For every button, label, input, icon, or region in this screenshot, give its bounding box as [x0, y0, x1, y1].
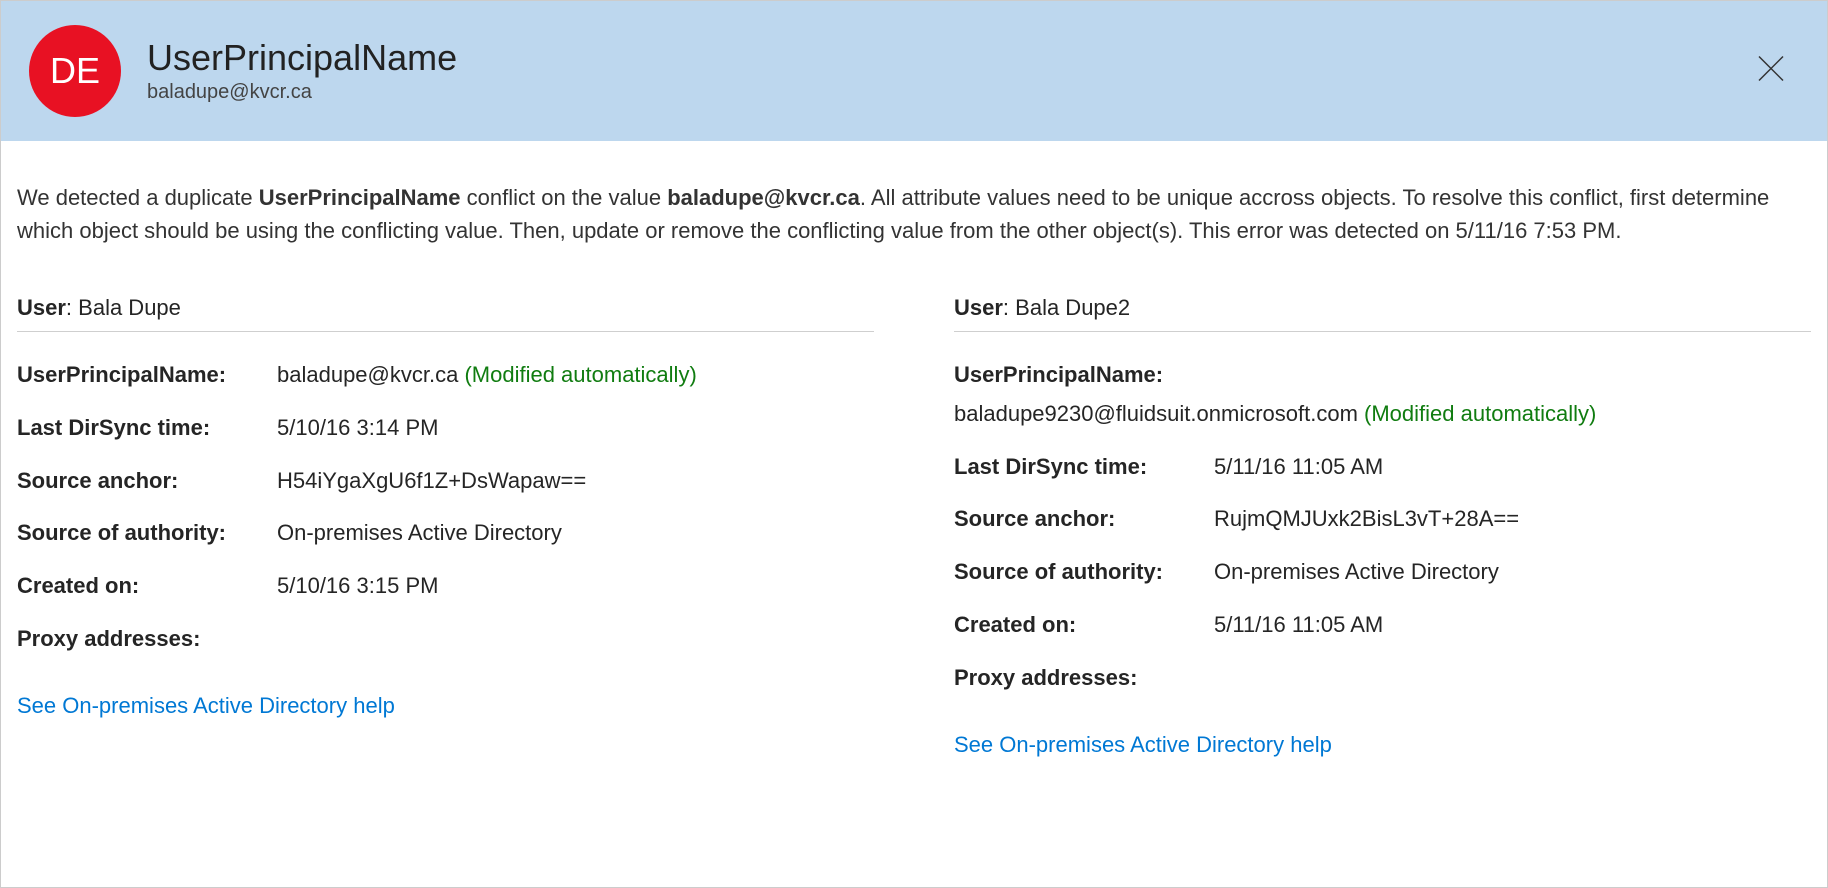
value-proxy-right — [1214, 663, 1811, 694]
label-upn: UserPrincipalName: — [954, 360, 1811, 391]
field-proxy-right: Proxy addresses: — [954, 663, 1811, 694]
label-dirsync: Last DirSync time: — [954, 452, 1214, 483]
value-anchor-left: H54iYgaXgU6f1Z+DsWapaw== — [277, 466, 874, 497]
header-text: UserPrincipalName baladupe@kvcr.ca — [147, 38, 457, 105]
avatar: DE — [29, 25, 121, 117]
upn-text-right: baladupe9230@fluidsuit.onmicrosoft.com — [954, 401, 1358, 426]
dialog-header: DE UserPrincipalName baladupe@kvcr.ca — [1, 1, 1827, 141]
conflict-description: We detected a duplicate UserPrincipalNam… — [17, 181, 1811, 247]
field-authority-right: Source of authority: On-premises Active … — [954, 557, 1811, 588]
field-authority-left: Source of authority: On-premises Active … — [17, 518, 874, 549]
value-dirsync-right: 5/11/16 11:05 AM — [1214, 452, 1811, 483]
user-column-left: User: Bala Dupe UserPrincipalName: balad… — [17, 295, 874, 758]
user-name-left: Bala Dupe — [78, 295, 181, 320]
field-anchor-right: Source anchor: RujmQMJUxk2BisL3vT+28A== — [954, 504, 1811, 535]
user-name-right: Bala Dupe2 — [1015, 295, 1130, 320]
value-authority-right: On-premises Active Directory — [1214, 557, 1811, 588]
help-link-left[interactable]: See On-premises Active Directory help — [17, 693, 395, 719]
value-dirsync-left: 5/10/16 3:14 PM — [277, 413, 874, 444]
value-upn-right: baladupe9230@fluidsuit.onmicrosoft.com (… — [954, 399, 1811, 430]
value-created-left: 5/10/16 3:15 PM — [277, 571, 874, 602]
modified-auto-right: (Modified automatically) — [1364, 401, 1596, 426]
field-dirsync-right: Last DirSync time: 5/11/16 11:05 AM — [954, 452, 1811, 483]
avatar-initials: DE — [50, 50, 100, 92]
user-label: User — [17, 295, 66, 320]
label-created: Created on: — [17, 571, 277, 602]
dialog-body: We detected a duplicate UserPrincipalNam… — [1, 141, 1827, 887]
label-upn: UserPrincipalName: — [17, 360, 277, 391]
modified-auto-left: (Modified automatically) — [464, 362, 696, 387]
label-created: Created on: — [954, 610, 1214, 641]
user-heading-left: User: Bala Dupe — [17, 295, 874, 332]
upn-text-left: baladupe@kvcr.ca — [277, 362, 458, 387]
value-created-right: 5/11/16 11:05 AM — [1214, 610, 1811, 641]
field-created-left: Created on: 5/10/16 3:15 PM — [17, 571, 874, 602]
label-proxy: Proxy addresses: — [17, 624, 277, 655]
desc-prefix: We detected a duplicate — [17, 185, 259, 210]
user-columns: User: Bala Dupe UserPrincipalName: balad… — [17, 295, 1811, 758]
value-authority-left: On-premises Active Directory — [277, 518, 874, 549]
field-dirsync-left: Last DirSync time: 5/10/16 3:14 PM — [17, 413, 874, 444]
close-icon — [1755, 72, 1787, 89]
label-proxy: Proxy addresses: — [954, 663, 1214, 694]
close-button[interactable] — [1755, 53, 1787, 90]
field-anchor-left: Source anchor: H54iYgaXgU6f1Z+DsWapaw== — [17, 466, 874, 497]
desc-attr: UserPrincipalName — [259, 185, 461, 210]
value-anchor-right: RujmQMJUxk2BisL3vT+28A== — [1214, 504, 1811, 535]
desc-value: baladupe@kvcr.ca — [667, 185, 860, 210]
desc-mid: conflict on the value — [461, 185, 668, 210]
label-anchor: Source anchor: — [17, 466, 277, 497]
value-upn-left: baladupe@kvcr.ca (Modified automatically… — [277, 360, 874, 391]
label-dirsync: Last DirSync time: — [17, 413, 277, 444]
dialog-title: UserPrincipalName — [147, 38, 457, 78]
label-authority: Source of authority: — [17, 518, 277, 549]
label-anchor: Source anchor: — [954, 504, 1214, 535]
user-heading-right: User: Bala Dupe2 — [954, 295, 1811, 332]
user-label: User — [954, 295, 1003, 320]
dialog-container: DE UserPrincipalName baladupe@kvcr.ca We… — [0, 0, 1828, 888]
user-column-right: User: Bala Dupe2 UserPrincipalName: bala… — [954, 295, 1811, 758]
dialog-subtitle: baladupe@kvcr.ca — [147, 81, 457, 104]
help-link-right[interactable]: See On-premises Active Directory help — [954, 732, 1332, 758]
field-upn-left: UserPrincipalName: baladupe@kvcr.ca (Mod… — [17, 360, 874, 391]
field-upn-right: UserPrincipalName: baladupe9230@fluidsui… — [954, 360, 1811, 430]
field-created-right: Created on: 5/11/16 11:05 AM — [954, 610, 1811, 641]
field-proxy-left: Proxy addresses: — [17, 624, 874, 655]
value-proxy-left — [277, 624, 874, 655]
label-authority: Source of authority: — [954, 557, 1214, 588]
